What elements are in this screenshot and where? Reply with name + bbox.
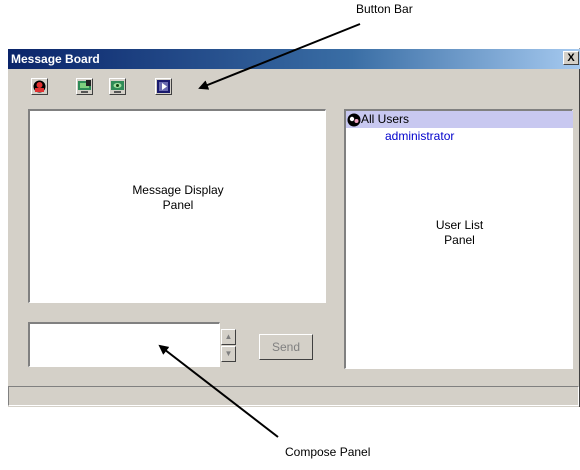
user-list-panel[interactable]: All Users administrator User List Panel <box>344 109 573 369</box>
message-display-label-line2: Panel <box>162 198 194 212</box>
users-group-icon <box>347 113 361 127</box>
lock-screen-icon <box>78 80 91 93</box>
user-list-label-line1: User List <box>435 218 484 232</box>
monitor-view-icon <box>111 81 124 93</box>
media-play-icon <box>157 80 170 93</box>
message-board-window: Message Board X Message Display Panel ▲ … <box>7 48 580 407</box>
user-status-button[interactable] <box>31 78 48 95</box>
scroll-down-button[interactable]: ▼ <box>221 346 236 362</box>
status-bar <box>8 386 579 406</box>
media-play-button[interactable] <box>155 78 172 95</box>
send-button[interactable]: Send <box>259 334 313 360</box>
message-display-label-line1: Message Display <box>132 183 224 197</box>
window-title: Message Board <box>11 52 100 66</box>
user-status-icon <box>33 80 46 93</box>
scroll-up-button[interactable]: ▲ <box>221 329 236 345</box>
list-item-user[interactable]: administrator <box>385 129 454 143</box>
lock-screen-button[interactable] <box>76 78 93 95</box>
message-display-panel[interactable]: Message Display Panel <box>28 109 326 303</box>
title-bar[interactable]: Message Board X <box>8 49 580 69</box>
all-users-label: All Users <box>361 112 410 126</box>
compose-input[interactable] <box>28 322 220 367</box>
close-button[interactable]: X <box>563 51 579 65</box>
button-bar-callout: Button Bar <box>356 2 413 16</box>
compose-panel-callout: Compose Panel <box>285 445 371 459</box>
user-list-label-line2: Panel <box>444 233 475 247</box>
monitor-view-button[interactable] <box>109 78 126 95</box>
list-item-all-users[interactable]: All Users <box>346 111 573 128</box>
